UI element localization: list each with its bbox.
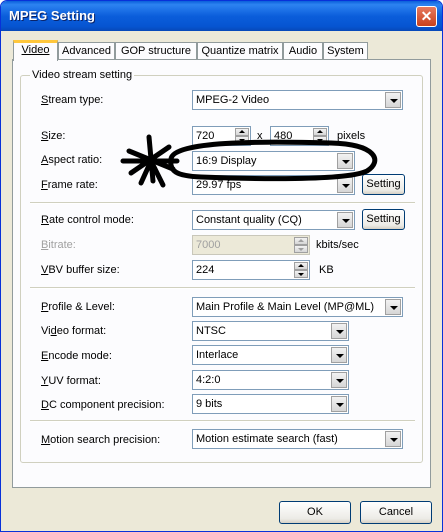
tab-advanced[interactable]: Advanced (58, 42, 115, 60)
encode-mode-label: Encode mode: (41, 350, 112, 362)
motion-search-dropdown[interactable]: Motion estimate search (fast) (192, 429, 403, 449)
size-times-label: x (257, 130, 263, 142)
group-title: Video stream setting (30, 69, 135, 81)
close-icon: ✕ (420, 8, 433, 24)
separator (30, 202, 415, 204)
mpeg-setting-dialog: MPEG Setting ✕ Video Advanced GOP struct… (0, 0, 443, 532)
chevron-down-icon[interactable] (385, 299, 401, 315)
frame-rate-setting-button[interactable]: Setting (362, 174, 405, 195)
title-bar[interactable]: MPEG Setting ✕ (1, 1, 442, 31)
chevron-down-icon[interactable] (385, 92, 401, 108)
encode-mode-value: Interlace (196, 349, 239, 361)
chevron-down-icon[interactable] (337, 212, 353, 228)
tab-gop-structure[interactable]: GOP structure (115, 42, 197, 60)
vbv-buffer-value: 224 (196, 264, 215, 276)
vbv-buffer-spinner[interactable]: 224 (192, 260, 310, 280)
motion-search-value: Motion estimate search (fast) (196, 433, 338, 445)
chevron-down-icon[interactable] (331, 347, 347, 363)
profile-level-value: Main Profile & Main Level (MP@ML) (196, 301, 375, 313)
chevron-down-icon[interactable] (331, 396, 347, 412)
chevron-down-icon[interactable] (331, 323, 347, 339)
spin-arrows-icon (294, 237, 308, 253)
frame-rate-dropdown[interactable]: 29.97 fps (192, 175, 355, 195)
yuv-format-dropdown[interactable]: 4:2:0 (192, 370, 349, 390)
aspect-ratio-dropdown[interactable]: 16:9 Display (192, 151, 355, 171)
bitrate-unit-label: kbits/sec (316, 239, 359, 251)
window-title: MPEG Setting (9, 8, 95, 23)
rate-control-label: Rate control mode: (41, 214, 134, 226)
close-button[interactable]: ✕ (416, 6, 437, 27)
size-label: Size: (41, 130, 66, 142)
tab-quantize-matrix[interactable]: Quantize matrix (197, 42, 283, 60)
spin-arrows-icon[interactable] (235, 128, 249, 144)
video-format-value: NTSC (196, 325, 226, 337)
height-spinner[interactable]: 480 (270, 126, 329, 146)
rate-control-dropdown[interactable]: Constant quality (CQ) (192, 210, 355, 230)
rate-control-value: Constant quality (CQ) (196, 214, 302, 226)
chevron-down-icon[interactable] (337, 177, 353, 193)
rate-control-setting-button[interactable]: Setting (362, 209, 405, 230)
chevron-down-icon[interactable] (385, 431, 401, 447)
aspect-ratio-label: Aspect ratio: (41, 154, 103, 166)
tab-system[interactable]: System (323, 42, 368, 60)
vbv-buffer-label: VBV buffer size: (41, 264, 120, 276)
encode-mode-dropdown[interactable]: Interlace (192, 345, 349, 365)
yuv-format-value: 4:2:0 (196, 374, 221, 386)
profile-level-dropdown[interactable]: Main Profile & Main Level (MP@ML) (192, 297, 403, 317)
dc-precision-value: 9 bits (196, 398, 223, 410)
spin-arrows-icon[interactable] (294, 262, 308, 278)
separator (30, 420, 415, 422)
height-value: 480 (274, 130, 293, 142)
pixels-unit-label: pixels (337, 130, 366, 142)
spin-arrows-icon[interactable] (313, 128, 327, 144)
video-format-dropdown[interactable]: NTSC (192, 321, 349, 341)
vbv-unit-label: KB (319, 264, 334, 276)
stream-type-value: MPEG-2 Video (196, 94, 270, 106)
ok-button[interactable]: OK (279, 501, 351, 524)
width-value: 720 (196, 130, 215, 142)
chevron-down-icon[interactable] (331, 372, 347, 388)
bitrate-value: 7000 (196, 239, 221, 251)
frame-rate-value: 29.97 fps (196, 179, 242, 191)
aspect-ratio-value: 16:9 Display (196, 155, 257, 167)
bitrate-spinner: 7000 (192, 235, 310, 255)
frame-rate-label: Frame rate: (41, 179, 98, 191)
width-spinner[interactable]: 720 (192, 126, 251, 146)
tab-audio[interactable]: Audio (283, 42, 323, 60)
video-format-label: Video format: (41, 325, 107, 337)
motion-search-label: Motion search precision: (41, 434, 161, 446)
profile-level-label: Profile & Level: (41, 301, 115, 313)
yuv-format-label: YUV format: (41, 375, 101, 387)
cancel-button[interactable]: Cancel (360, 501, 432, 524)
separator (30, 287, 415, 289)
tab-video[interactable]: Video (13, 40, 58, 61)
stream-type-dropdown[interactable]: MPEG-2 Video (192, 90, 403, 110)
chevron-down-icon[interactable] (337, 153, 353, 169)
dc-precision-label: DC component precision: (41, 399, 165, 411)
dc-precision-dropdown[interactable]: 9 bits (192, 394, 349, 414)
stream-type-label: Stream type: (41, 94, 104, 106)
bitrate-label: Bitrate: (41, 239, 76, 251)
